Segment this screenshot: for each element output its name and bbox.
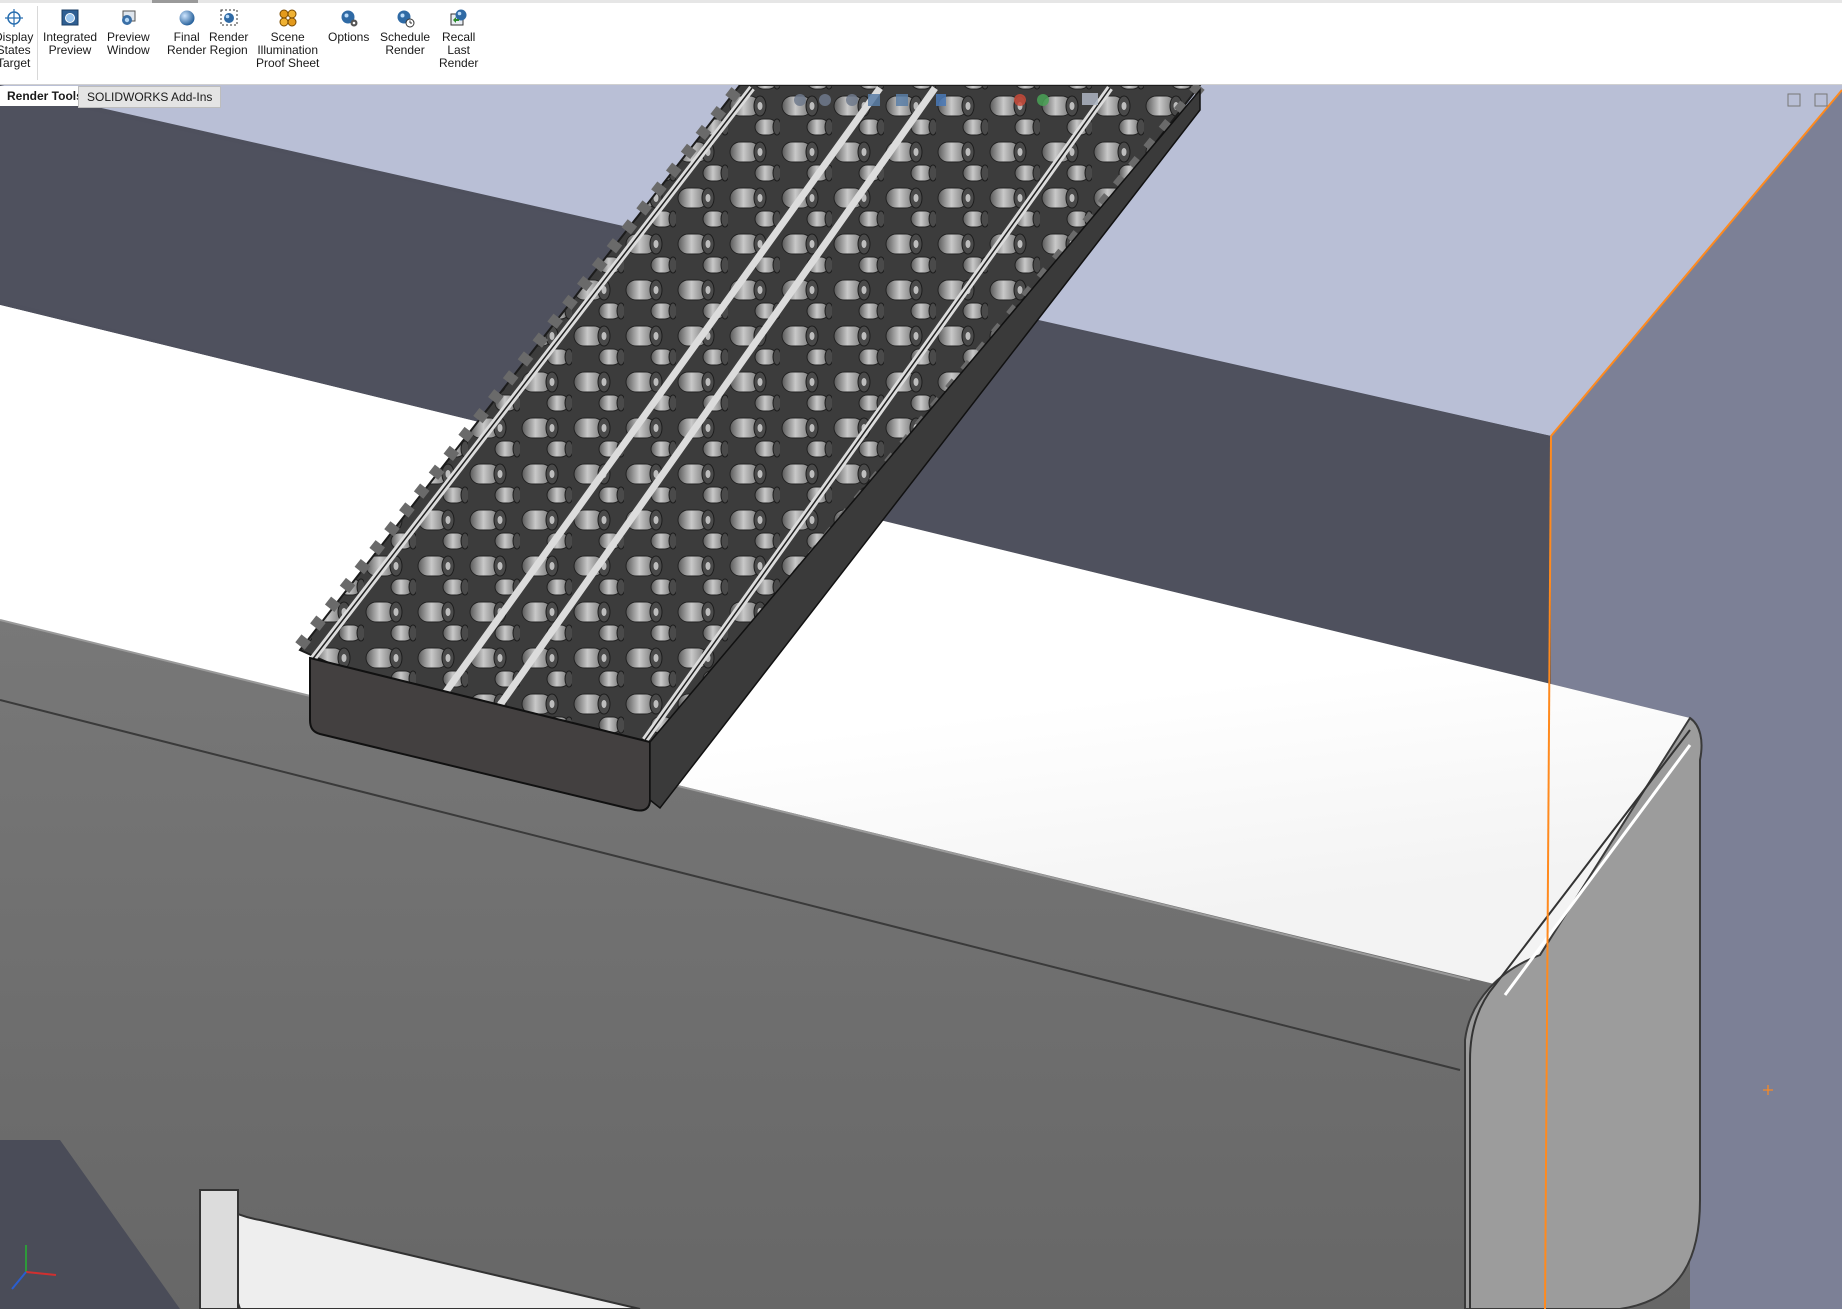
preview-window-icon [122, 10, 136, 25]
ribbon-active-marker [152, 0, 198, 3]
ribbon-top-strip [0, 0, 1842, 3]
tab-solidworks-addins[interactable]: SOLIDWORKS Add-Ins [78, 86, 222, 108]
options-gear-sphere-icon [341, 10, 358, 27]
button-label-line: Render [167, 43, 207, 57]
button-label-line: Preview [48, 43, 92, 57]
integrated-preview-icon [61, 9, 79, 26]
zoom-area-icon[interactable] [819, 94, 831, 106]
integrated-preview-button[interactable]: Integrated Preview [43, 8, 97, 57]
button-label-line: Target [0, 56, 31, 70]
apply-scene-icon[interactable] [1037, 94, 1049, 106]
edit-appearance-icon[interactable] [1014, 94, 1026, 106]
view-orientation-icon[interactable] [896, 94, 908, 106]
view-settings-icon[interactable] [1082, 93, 1098, 105]
button-label-line: Region [209, 43, 248, 57]
zoom-to-fit-icon[interactable] [794, 94, 806, 106]
graphics-viewport[interactable] [0, 85, 1842, 1309]
command-manager-tabs: Render Tools SOLIDWORKS Add-Ins [0, 85, 400, 108]
button-label-line: Options [328, 30, 370, 44]
display-states-target-button[interactable]: Display States Target [0, 8, 33, 70]
recall-last-render-icon [450, 9, 467, 26]
render-region-button[interactable]: Render Region [209, 8, 248, 57]
previous-view-icon[interactable] [846, 94, 858, 106]
button-label-line: Proof Sheet [256, 56, 320, 70]
button-label-line: Render [439, 56, 479, 70]
section-view-icon[interactable] [868, 94, 880, 106]
crosshair-target-icon [4, 9, 23, 27]
final-render-sphere-icon [179, 10, 195, 26]
proof-sheet-spheres-icon [279, 9, 297, 27]
preview-window-button[interactable]: Preview Window [107, 8, 150, 57]
render-region-icon [220, 9, 238, 26]
final-render-button[interactable]: Final Render [167, 8, 206, 57]
options-button[interactable]: Options [328, 8, 369, 44]
recall-last-render-button[interactable]: Recall Last Render [439, 8, 478, 70]
support-leg-post [199, 1189, 239, 1309]
button-label-line: Window [107, 43, 150, 57]
schedule-render-clock-icon [397, 10, 415, 28]
ribbon-separator [37, 6, 38, 80]
scene-illumination-proof-sheet-button[interactable]: Scene Illumination Proof Sheet [256, 8, 319, 70]
display-style-icon[interactable] [936, 94, 946, 106]
ribbon-toolbar: Display States Target Integrated Preview… [0, 0, 1842, 85]
button-label-line: Render [385, 43, 425, 57]
schedule-render-button[interactable]: Schedule Render [380, 8, 430, 57]
